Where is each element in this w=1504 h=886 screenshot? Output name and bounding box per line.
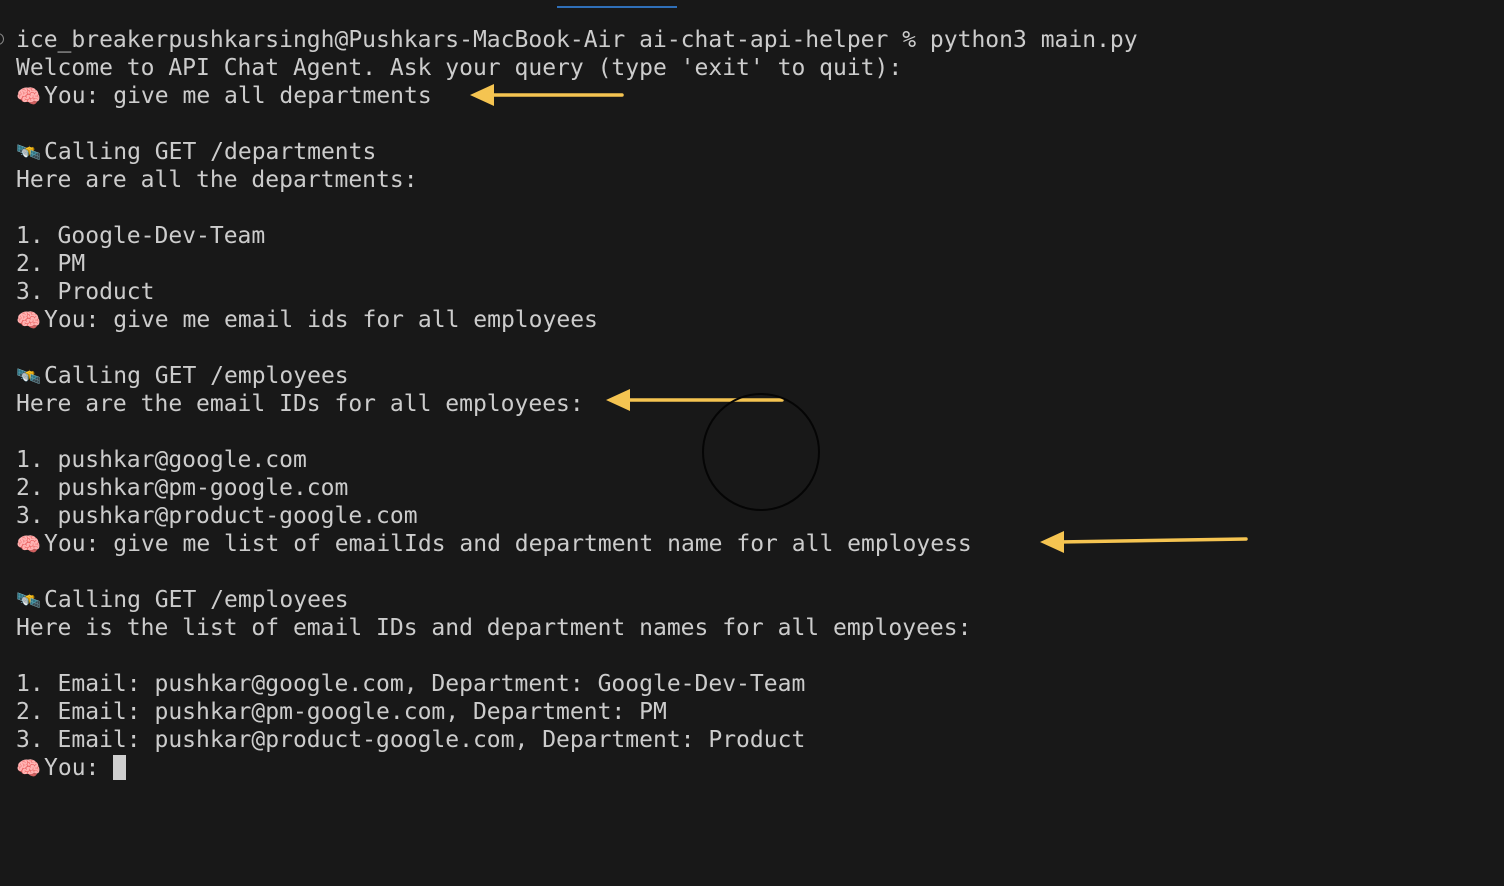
response-2-header: Here are the email IDs for all employees… — [16, 391, 584, 417]
satellite-icon: 🛰️ — [16, 140, 41, 164]
user-query-3: 🧠 You: give me list of emailIds and depar… — [16, 530, 972, 558]
satellite-icon: 🛰️ — [16, 364, 41, 388]
response-1-item: 1. Google-Dev-Team — [16, 223, 266, 249]
active-prompt[interactable]: 🧠 You: — [16, 754, 127, 782]
response-1-header: Here are all the departments: — [16, 167, 418, 193]
shell-command-line: ice_breakerpushkarsingh@Pushkars-MacBook… — [16, 27, 1138, 53]
welcome-message: Welcome to API Chat Agent. Ask your quer… — [16, 55, 903, 81]
user-query-2-text: You: give me email ids for all employees — [44, 307, 598, 333]
api-call-1: 🛰️ Calling GET /departments — [16, 138, 376, 166]
user-query-3-text: You: give me list of emailIds and depart… — [44, 531, 972, 557]
brain-icon: 🧠 — [16, 308, 41, 332]
command-status-dot — [0, 33, 4, 45]
response-3-item: 3. Email: pushkar@product-google.com, De… — [16, 727, 806, 753]
response-1-item: 3. Product — [16, 279, 155, 305]
user-query-2: 🧠 You: give me email ids for all employee… — [16, 306, 598, 334]
api-call-3: 🛰️ Calling GET /employees — [16, 586, 349, 614]
annotation-arrow-icon — [1040, 531, 1248, 553]
response-1-item: 2. PM — [16, 251, 86, 277]
brain-icon: 🧠 — [16, 84, 41, 108]
satellite-icon: 🛰️ — [16, 588, 41, 612]
brain-icon: 🧠 — [16, 756, 41, 780]
api-call-1-text: Calling GET /departments — [44, 139, 377, 165]
annotation-arrow-icon — [470, 84, 624, 106]
click-highlight-circle — [702, 393, 820, 511]
user-query-1-text: You: give me all departments — [44, 83, 432, 109]
response-2-item: 3. pushkar@product-google.com — [16, 503, 418, 529]
response-2-item: 2. pushkar@pm-google.com — [16, 475, 349, 501]
text-cursor[interactable] — [113, 755, 127, 780]
response-2-item: 1. pushkar@google.com — [16, 447, 307, 473]
api-call-3-text: Calling GET /employees — [44, 587, 349, 613]
response-3-header: Here is the list of email IDs and depart… — [16, 615, 972, 641]
terminal-window[interactable]: ice_breakerpushkarsingh@Pushkars-MacBook… — [0, 0, 1504, 886]
brain-icon: 🧠 — [16, 532, 41, 556]
active-tab-indicator — [557, 6, 677, 8]
response-3-item: 1. Email: pushkar@google.com, Department… — [16, 671, 806, 697]
response-3-item: 2. Email: pushkar@pm-google.com, Departm… — [16, 699, 667, 725]
user-query-1: 🧠 You: give me all departments — [16, 82, 432, 110]
api-call-2: 🛰️ Calling GET /employees — [16, 362, 349, 390]
active-prompt-label: You: — [44, 755, 114, 781]
api-call-2-text: Calling GET /employees — [44, 363, 349, 389]
